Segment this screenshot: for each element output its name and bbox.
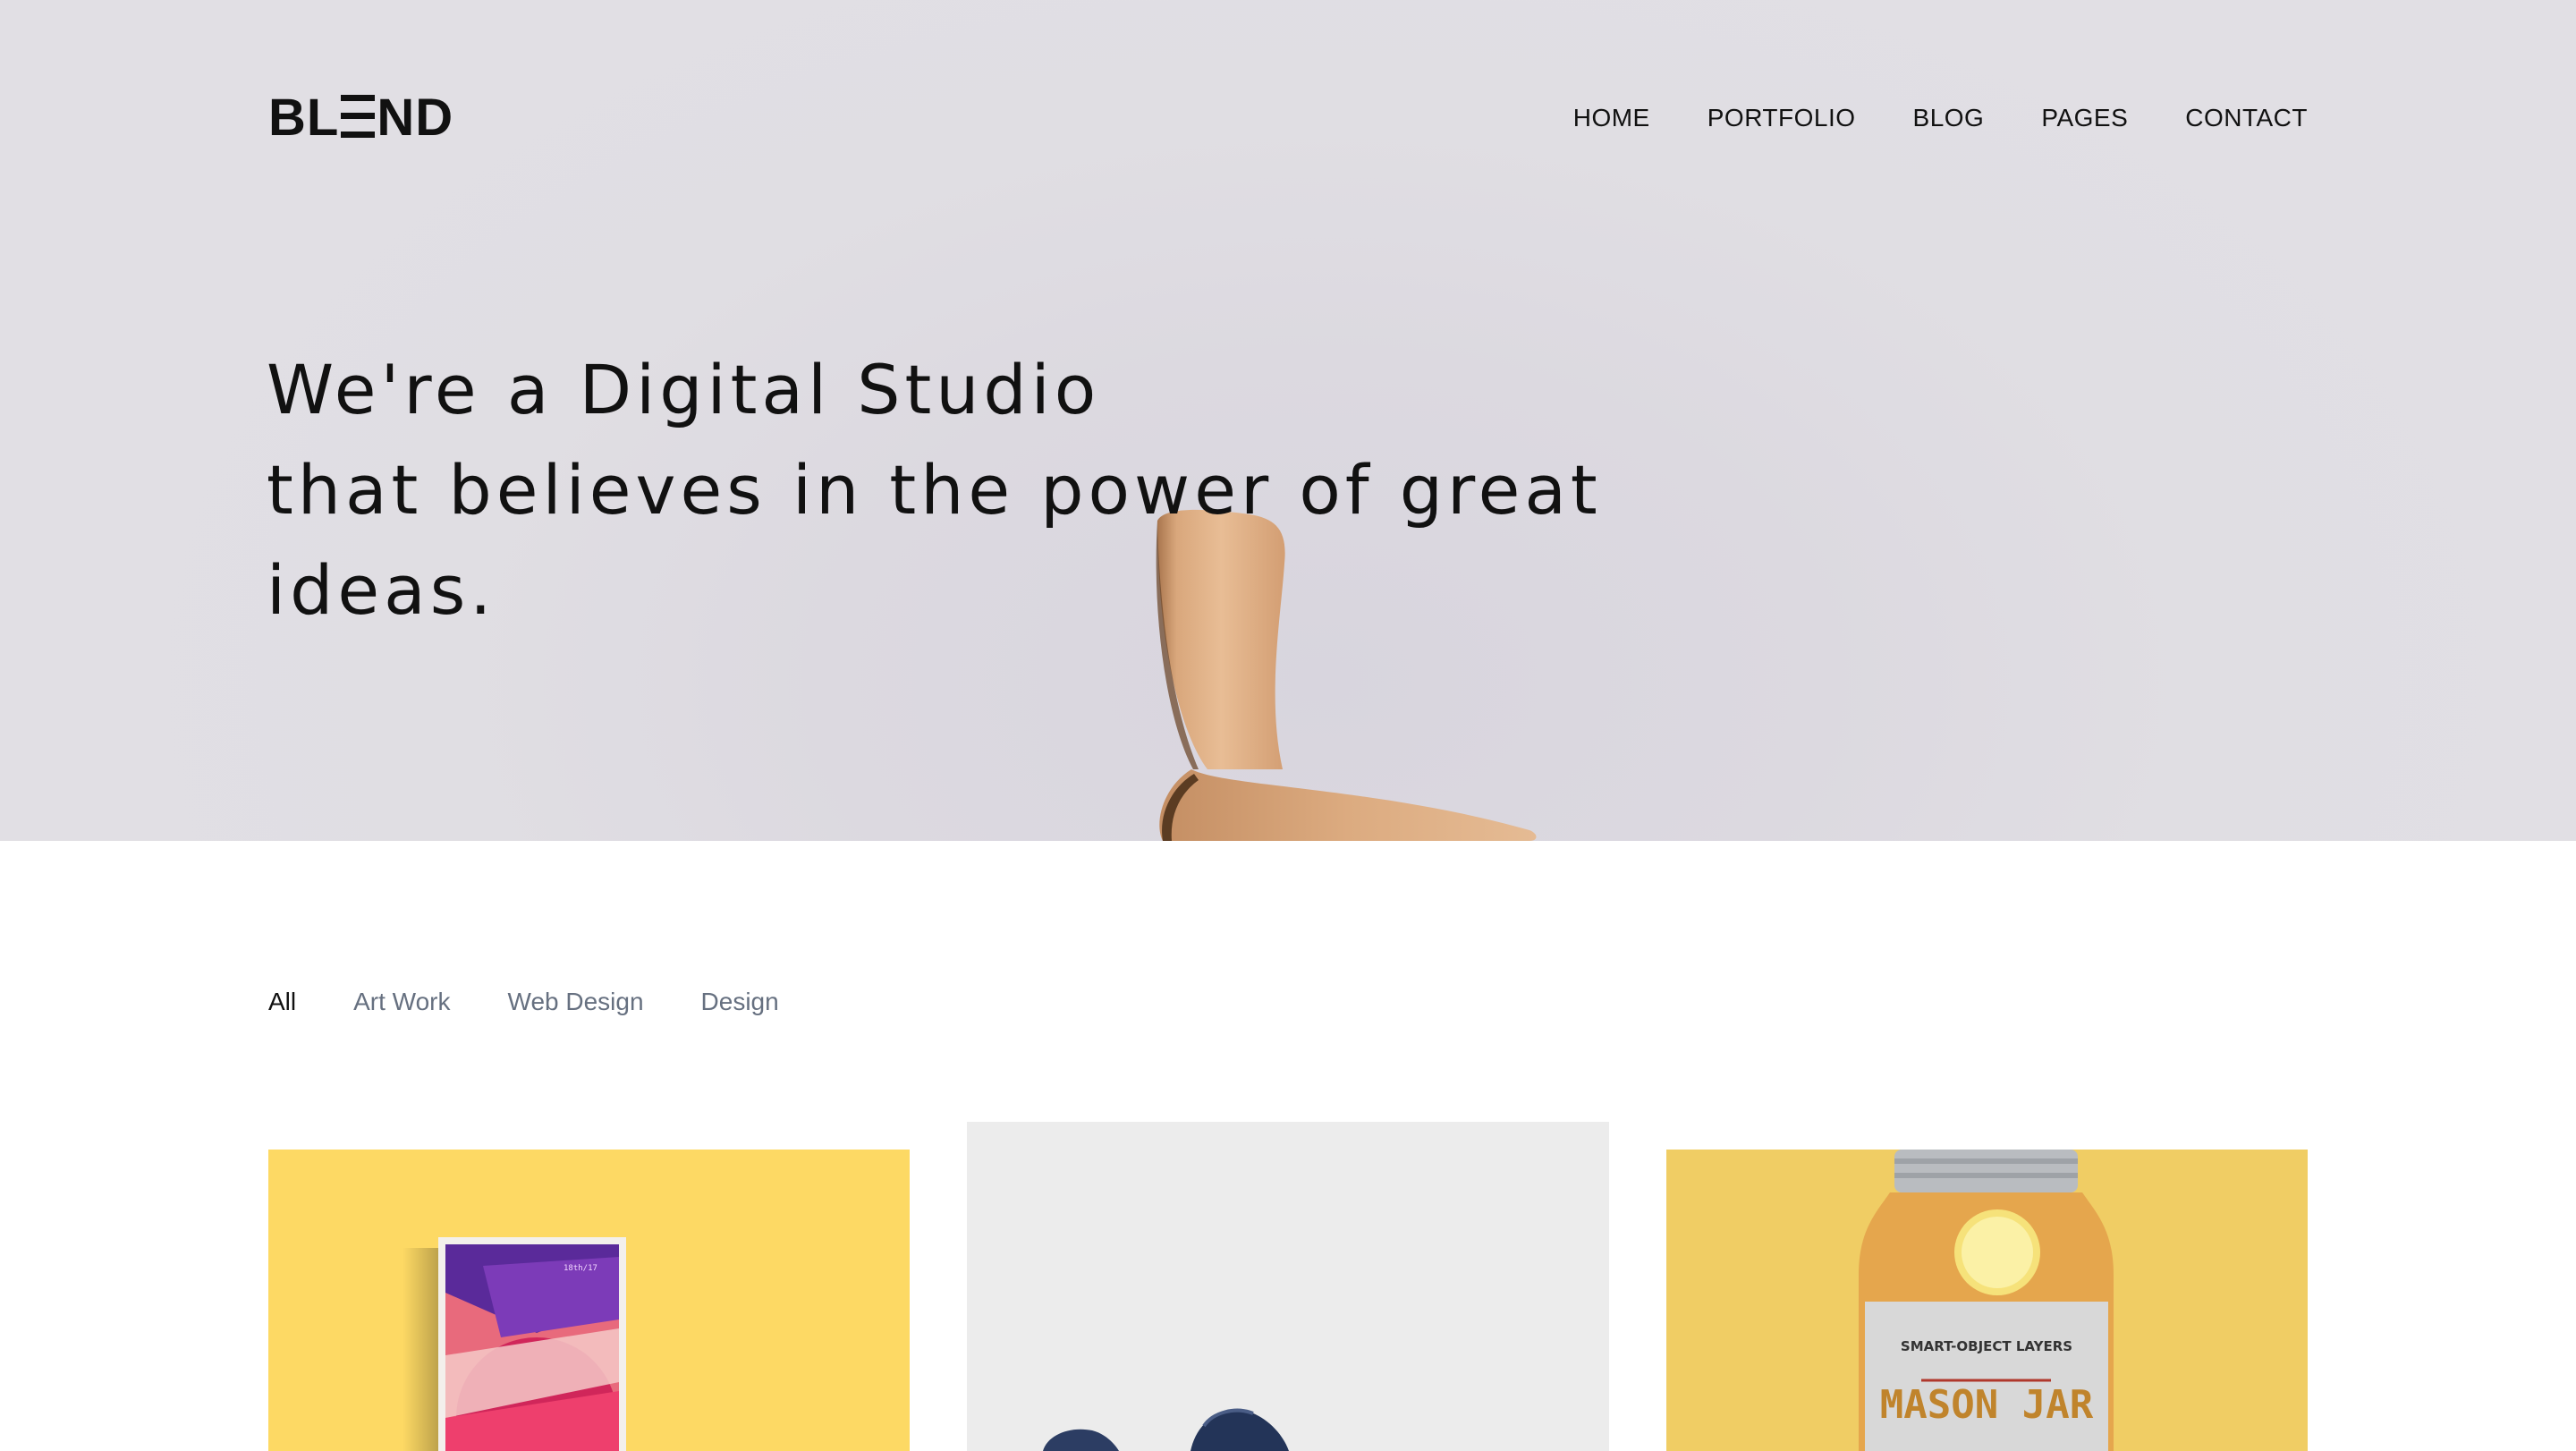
nav-home[interactable]: HOME xyxy=(1573,102,1650,134)
logo-e-glyph xyxy=(341,95,376,138)
filter-art-work[interactable]: Art Work xyxy=(353,984,450,1020)
portfolio-card-mason-jar[interactable]: SMART-OBJECT LAYERS MASON JAR xyxy=(1666,1150,2308,1451)
headline-strong: Digital Studio xyxy=(579,350,1101,429)
filter-web-design[interactable]: Web Design xyxy=(508,984,644,1020)
nav-pages[interactable]: PAGES xyxy=(2041,102,2128,134)
headline-line-1: We're a Digital Studio xyxy=(267,340,1519,440)
headline-line-2: that believes in the power of great xyxy=(267,450,1602,530)
headline-line-3: ideas. xyxy=(267,550,496,630)
portfolio-card-poster[interactable]: 18th/17 xyxy=(268,1150,910,1451)
mason-jar-image: SMART-OBJECT LAYERS MASON JAR xyxy=(1666,1150,2308,1451)
filter-all[interactable]: All xyxy=(268,984,296,1020)
poster-text: 18th/17 xyxy=(564,1264,597,1273)
nav-portfolio[interactable]: PORTFOLIO xyxy=(1707,102,1856,134)
main-nav: HOME PORTFOLIO BLOG PAGES CONTACT xyxy=(1573,102,2308,134)
jar-label-top: SMART-OBJECT LAYERS xyxy=(1901,1338,2072,1354)
logo-text-nd: ND xyxy=(377,89,454,147)
filter-design[interactable]: Design xyxy=(701,984,779,1020)
portfolio-card-sneaker[interactable] xyxy=(967,1122,1609,1451)
jar-label-main: MASON JAR xyxy=(1880,1382,2094,1428)
logo-text-bl: BL xyxy=(268,89,340,147)
logo[interactable]: BL ND xyxy=(268,92,453,144)
hero-section: BL ND HOME PORTFOLIO BLOG PAGES CONTACT xyxy=(0,0,2576,841)
poster-mockup-image: 18th/17 xyxy=(402,1237,626,1451)
hero-headline: We're a Digital Studio that believes in … xyxy=(267,340,1602,641)
sneaker-image xyxy=(967,1122,1609,1451)
portfolio-filters: All Art Work Web Design Design xyxy=(268,984,779,1020)
headline-prefix: We're a xyxy=(267,350,580,429)
nav-blog[interactable]: BLOG xyxy=(1913,102,1985,134)
nav-contact[interactable]: CONTACT xyxy=(2185,102,2308,134)
